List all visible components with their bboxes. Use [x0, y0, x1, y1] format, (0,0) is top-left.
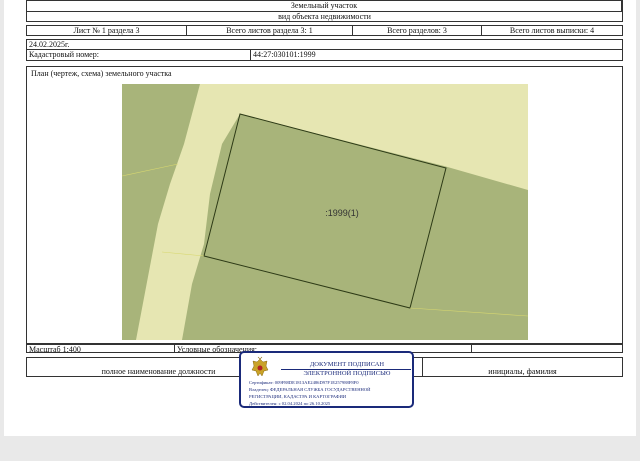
- sheets-in-section: Всего листов раздела 3: 1: [187, 26, 353, 35]
- extract-date: 24.02.2025г.: [29, 40, 70, 49]
- header-block: Земельный участок вид объекта недвижимос…: [26, 0, 623, 22]
- cadastral-row: Кадастровый номер: 44:27:030101:1999: [26, 50, 623, 61]
- date-row: 24.02.2025г.: [26, 39, 623, 50]
- stamp-validity: Действителен: с 02.04.2024 по 26.10.2025: [249, 401, 331, 406]
- scale-label: Масштаб 1:400: [27, 345, 175, 352]
- stamp-owner-line1: Владелец: ФЕДЕРАЛЬНАЯ СЛУЖБА ГОСУДАРСТВЕ…: [249, 387, 371, 392]
- document-subtitle: вид объекта недвижимости: [278, 12, 371, 21]
- document-title: Земельный участок: [27, 1, 622, 12]
- legend-empty: [472, 345, 622, 352]
- name-caption: инициалы, фамилия: [488, 367, 557, 376]
- stamp-line-electronic: ЭЛЕКТРОННОЙ ПОДПИСЬЮ: [303, 370, 391, 377]
- cadastral-number: 44:27:030101:1999: [253, 50, 316, 59]
- sheet-number: Лист № 1 раздела 3: [27, 26, 187, 35]
- parcel-plan-map: :1999(1): [122, 84, 528, 340]
- sheet-info-row: Лист № 1 раздела 3 Всего листов раздела …: [26, 25, 623, 36]
- sections-total: Всего разделов: 3: [353, 26, 482, 35]
- document-page: Земельный участок вид объекта недвижимос…: [4, 0, 636, 436]
- e-signature-stamp: ДОКУМЕНТ ПОДПИСАН ЭЛЕКТРОННОЙ ПОДПИСЬЮ С…: [239, 351, 414, 408]
- sheets-total: Всего листов выписки: 4: [509, 26, 595, 35]
- parcel-label: :1999(1): [325, 208, 359, 218]
- stamp-owner-line2: РЕГИСТРАЦИИ, КАДАСТРА И КАРТОГРАФИИ: [249, 394, 347, 399]
- stamp-line-signed: ДОКУМЕНТ ПОДПИСАН: [309, 361, 385, 368]
- coat-of-arms-icon: [251, 356, 269, 377]
- cadastral-label: Кадастровый номер:: [27, 50, 251, 60]
- stamp-certificate: Сертификат: 009F88DE1813AE2486D97F1E2579…: [249, 380, 359, 385]
- plan-title: План (чертеж, схема) земельного участка: [31, 69, 172, 78]
- plan-frame: План (чертеж, схема) земельного участка …: [26, 66, 623, 344]
